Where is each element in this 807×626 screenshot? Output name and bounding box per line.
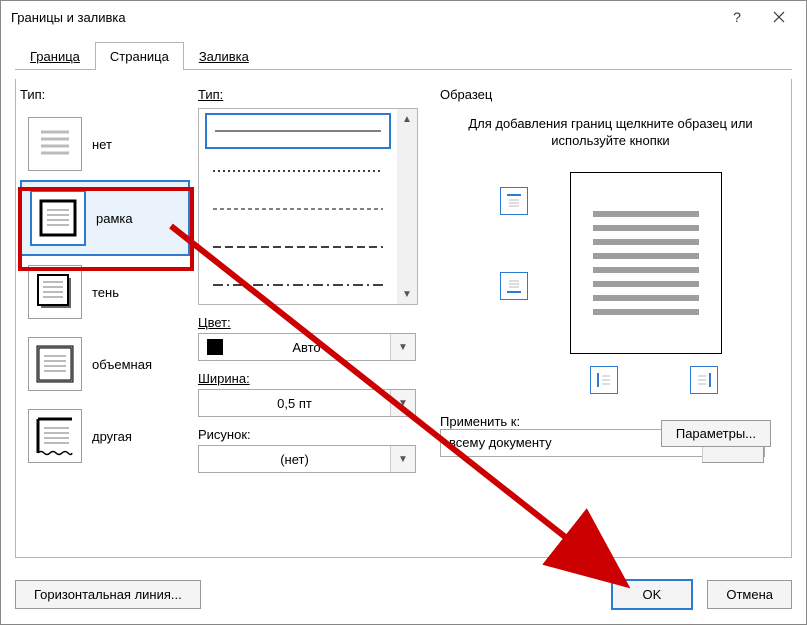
preview-hint: Для добавления границ щелкните образец и…	[440, 108, 781, 154]
setting-none-label: нет	[92, 137, 112, 152]
style-column: Тип:	[198, 87, 428, 473]
custom-icon	[28, 409, 82, 463]
width-value: 0,5 пт	[199, 396, 390, 411]
tab-border[interactable]: Граница	[15, 42, 95, 70]
bottom-bar: Горизонтальная линия... OK Отмена	[15, 579, 792, 610]
dropdown-icon[interactable]: ▼	[390, 390, 415, 416]
width-label: Ширина:	[198, 371, 428, 386]
line-style-dotted[interactable]	[205, 153, 391, 189]
content-panel: Тип: нет рамка	[15, 79, 792, 558]
width-combo[interactable]: 0,5 пт ▼	[198, 389, 416, 417]
line-style-dashed[interactable]	[205, 229, 391, 265]
options-button[interactable]: Параметры...	[661, 420, 771, 447]
setting-none[interactable]: нет	[20, 108, 190, 180]
none-icon	[28, 117, 82, 171]
setting-box[interactable]: рамка	[20, 180, 190, 256]
tab-page[interactable]: Страница	[95, 42, 184, 70]
setting-shadow[interactable]: тень	[20, 256, 190, 328]
edge-top-button[interactable]	[500, 187, 528, 215]
line-style-list[interactable]: ▲ ▼	[198, 108, 418, 305]
setting-3d-label: объемная	[92, 357, 152, 372]
line-style-solid-thin[interactable]	[205, 113, 391, 149]
preview-area	[440, 162, 781, 362]
setting-box-label: рамка	[96, 211, 133, 226]
cancel-button[interactable]: Отмена	[707, 580, 792, 609]
setting-3d[interactable]: объемная	[20, 328, 190, 400]
color-label: Цвет:	[198, 315, 428, 330]
titlebar: Границы и заливка ?	[1, 1, 806, 33]
dropdown-icon[interactable]: ▼	[390, 446, 415, 472]
help-button[interactable]: ?	[716, 3, 758, 31]
horizontal-line-button[interactable]: Горизонтальная линия...	[15, 580, 201, 609]
setting-custom[interactable]: другая	[20, 400, 190, 472]
tab-fill[interactable]: Заливка	[184, 42, 264, 70]
color-value: Авто	[223, 340, 390, 355]
line-style-dashed-fine[interactable]	[205, 191, 391, 227]
line-style-dash-dot[interactable]	[205, 267, 391, 303]
close-button[interactable]	[758, 3, 800, 31]
dialog-window: Границы и заливка ? Граница Страница Зал…	[0, 0, 807, 625]
preview-page[interactable]	[570, 172, 722, 354]
preview-text-lines	[593, 211, 699, 315]
preview-label: Образец	[440, 87, 781, 102]
setting-label: Тип:	[20, 87, 190, 102]
edge-right-button[interactable]	[690, 366, 718, 394]
preview-column: Образец Для добавления границ щелкните о…	[440, 87, 781, 457]
ok-button[interactable]: OK	[611, 579, 694, 610]
style-label: Тип:	[198, 87, 428, 102]
tab-strip: Граница Страница Заливка	[15, 41, 792, 70]
setting-column: Тип: нет рамка	[20, 87, 190, 472]
setting-shadow-label: тень	[92, 285, 119, 300]
shadow-icon	[28, 265, 82, 319]
edge-left-button[interactable]	[590, 366, 618, 394]
window-title: Границы и заливка	[11, 10, 716, 25]
setting-list: нет рамка тень	[20, 108, 190, 472]
setting-custom-label: другая	[92, 429, 132, 444]
line-style-scrollbar[interactable]: ▲ ▼	[397, 109, 417, 304]
edge-bottom-button[interactable]	[500, 272, 528, 300]
box-icon	[30, 190, 86, 246]
scroll-down-icon[interactable]: ▼	[397, 284, 417, 304]
art-label: Рисунок:	[198, 427, 428, 442]
dropdown-icon[interactable]: ▼	[390, 334, 415, 360]
color-swatch	[207, 339, 223, 355]
threeD-icon	[28, 337, 82, 391]
art-value: (нет)	[199, 452, 390, 467]
scroll-up-icon[interactable]: ▲	[397, 109, 417, 129]
color-combo[interactable]: Авто ▼	[198, 333, 416, 361]
art-combo[interactable]: (нет) ▼	[198, 445, 416, 473]
